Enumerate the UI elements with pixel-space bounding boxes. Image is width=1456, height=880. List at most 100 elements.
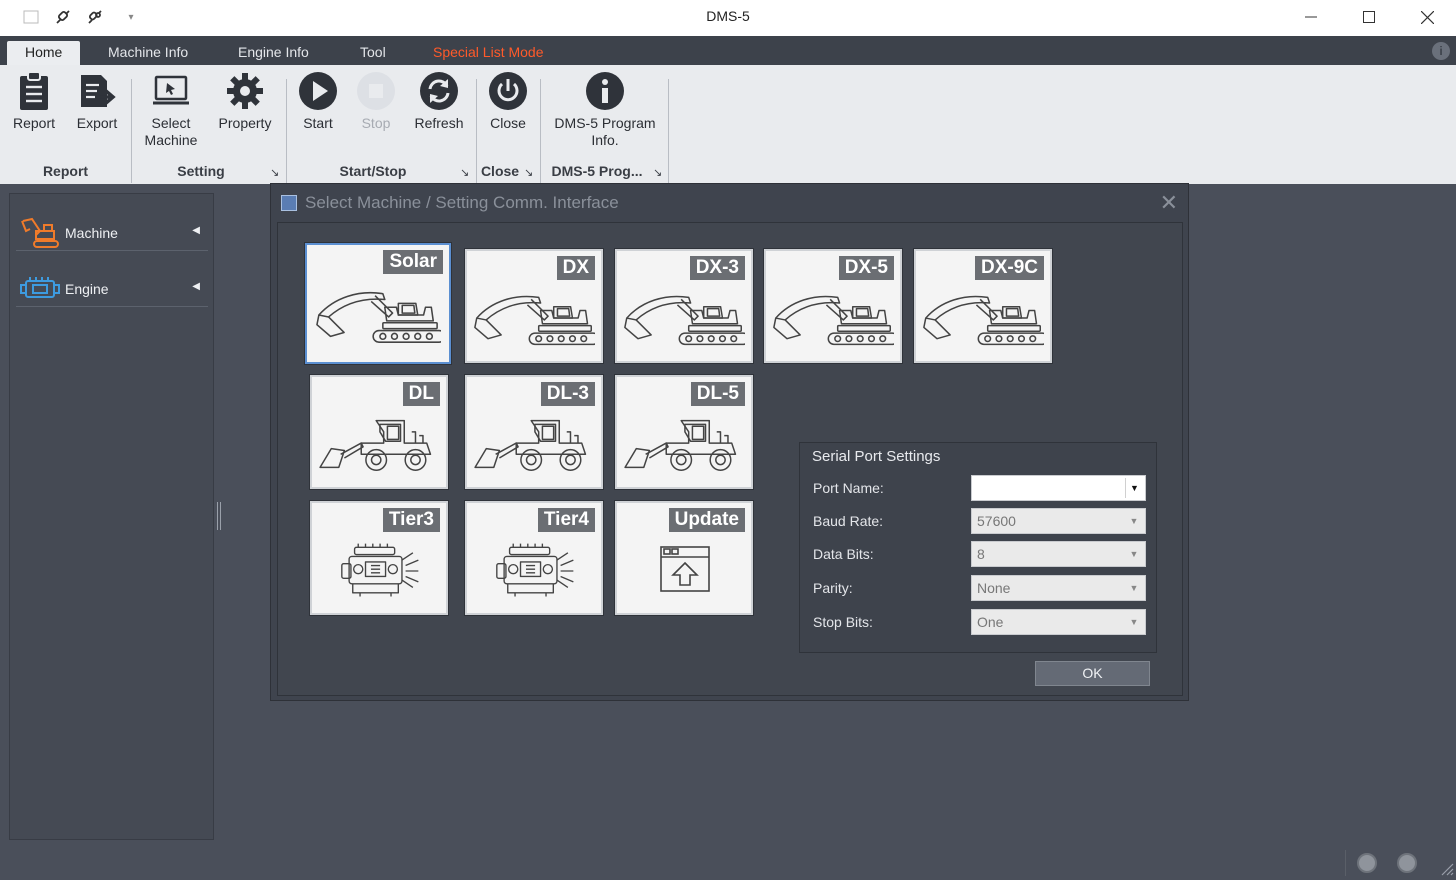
select-machine-button[interactable]: Select Machine (138, 71, 204, 149)
machine-tile-solar[interactable]: Solar (304, 242, 452, 365)
dialog-close-icon[interactable]: ✕ (1160, 190, 1178, 216)
property-label: Property (218, 115, 272, 131)
wheel-loader-icon (623, 415, 745, 473)
start-label: Start (303, 115, 333, 131)
parity-label: Parity: (813, 580, 853, 596)
machine-tile-dx-9c[interactable]: DX-9C (913, 248, 1053, 364)
tab-special-list-mode[interactable]: Special List Mode (423, 41, 554, 65)
data-bits-label: Data Bits: (813, 546, 874, 562)
report-button[interactable]: Report (6, 71, 62, 132)
data-bits-select[interactable]: 8 ▼ (971, 541, 1146, 567)
group-label-report: Report (42, 163, 89, 179)
baud-rate-value: 57600 (977, 513, 1016, 529)
gear-icon (225, 71, 265, 111)
engine-icon (340, 543, 422, 599)
select-machine-dialog: Select Machine / Setting Comm. Interface… (270, 183, 1189, 701)
baud-rate-label: Baud Rate: (813, 513, 884, 529)
machine-tile-dl-5[interactable]: DL-5 (614, 374, 754, 490)
refresh-icon (419, 71, 459, 111)
stop-bits-row: Stop Bits: One ▼ (813, 609, 1153, 635)
data-bits-row: Data Bits: 8 ▼ (813, 541, 1153, 567)
select-machine-label-2: Machine (144, 132, 198, 148)
port-name-select[interactable]: ▼ (971, 475, 1146, 501)
dialog-title: Select Machine / Setting Comm. Interface (305, 193, 619, 212)
minimize-button[interactable] (1282, 0, 1340, 34)
report-label: Report (12, 115, 56, 131)
nav-item-machine[interactable]: Machine ◀ (16, 211, 208, 251)
engine-nav-icon (20, 273, 60, 303)
tab-home[interactable]: Home (7, 41, 81, 65)
program-info-label-1: DMS-5 Program (554, 115, 656, 131)
tab-tool[interactable]: Tool (350, 41, 396, 65)
tab-engine-info[interactable]: Engine Info (228, 41, 319, 65)
navigation-panel: Machine ◀ Engine ◀ (9, 193, 214, 840)
property-button[interactable]: Property (212, 71, 278, 132)
wheel-loader-icon (473, 415, 595, 473)
tile-label: DL-5 (690, 382, 745, 406)
wheel-loader-icon (318, 415, 440, 473)
status-indicator-icon (1397, 853, 1417, 873)
parity-select[interactable]: None ▼ (971, 575, 1146, 601)
play-icon (298, 71, 338, 111)
ok-button[interactable]: OK (1035, 661, 1150, 686)
baud-rate-select[interactable]: 57600 ▼ (971, 508, 1146, 534)
dropdown-arrow-icon[interactable]: ▼ (1125, 544, 1143, 564)
stop-icon (356, 71, 396, 111)
excavator-icon (772, 289, 894, 349)
export-button[interactable]: Export (70, 71, 124, 132)
stop-bits-select[interactable]: One ▼ (971, 609, 1146, 635)
machine-tile-dx-3[interactable]: DX-3 (614, 248, 754, 364)
program-info-button[interactable]: DMS-5 Program Info. (548, 71, 662, 149)
resize-grip-icon[interactable] (1438, 858, 1454, 876)
dialog-app-icon (281, 195, 297, 211)
help-icon[interactable]: i (1432, 42, 1450, 60)
tile-label: DL (402, 382, 440, 406)
nav-machine-label: Machine (65, 225, 118, 241)
dialog-title-bar: Select Machine / Setting Comm. Interface… (271, 184, 1188, 220)
engine-tile-tier4[interactable]: Tier4 (464, 500, 604, 616)
status-separator (1345, 850, 1346, 876)
program-launcher-icon[interactable]: ↘ (653, 166, 662, 179)
tile-label: Tier4 (537, 508, 595, 532)
dropdown-arrow-icon[interactable]: ▼ (1125, 478, 1143, 498)
tile-label: DX (556, 256, 595, 280)
panel-splitter[interactable] (217, 502, 221, 530)
tab-machine-info[interactable]: Machine Info (98, 41, 198, 65)
setting-launcher-icon[interactable]: ↘ (270, 166, 279, 179)
update-tile[interactable]: Update (614, 500, 754, 616)
group-label-start-stop: Start/Stop (339, 163, 407, 179)
status-indicator-icon (1357, 853, 1377, 873)
ribbon: Report Export Select Machine Property St… (0, 65, 1456, 184)
machine-tile-dx[interactable]: DX (464, 248, 604, 364)
maximize-button[interactable] (1340, 0, 1398, 34)
nav-item-engine[interactable]: Engine ◀ (16, 267, 208, 307)
excavator-icon (473, 289, 595, 349)
dropdown-arrow-icon[interactable]: ▼ (1125, 578, 1143, 598)
close-window-button[interactable] (1398, 0, 1456, 34)
tile-label: DX-9C (974, 256, 1044, 280)
refresh-button[interactable]: Refresh (408, 71, 470, 132)
group-label-setting: Setting (177, 163, 225, 179)
dropdown-arrow-icon[interactable]: ▼ (1125, 612, 1143, 632)
dropdown-arrow-icon[interactable]: ▼ (1125, 511, 1143, 531)
machine-tile-dl[interactable]: DL (309, 374, 449, 490)
machine-tile-dl-3[interactable]: DL-3 (464, 374, 604, 490)
upload-icon (660, 546, 710, 592)
start-button[interactable]: Start (295, 71, 341, 132)
clipboard-icon (14, 71, 54, 111)
refresh-label: Refresh (414, 115, 464, 131)
excavator-icon (623, 289, 745, 349)
stop-bits-label: Stop Bits: (813, 614, 873, 630)
engine-tile-tier3[interactable]: Tier3 (309, 500, 449, 616)
select-machine-label-1: Select (151, 115, 191, 131)
machine-tile-dx-5[interactable]: DX-5 (763, 248, 903, 364)
stop-button[interactable]: Stop (354, 71, 398, 132)
close-launcher-icon[interactable]: ↘ (524, 166, 533, 179)
parity-value: None (977, 580, 1011, 596)
close-label: Close (490, 115, 526, 131)
tile-label: DX-5 (838, 256, 894, 280)
menu-tab-bar: Home Machine Info Engine Info Tool Speci… (0, 36, 1456, 65)
engine-icon (495, 543, 577, 599)
close-button[interactable]: Close (484, 71, 532, 132)
start-stop-launcher-icon[interactable]: ↘ (460, 166, 469, 179)
